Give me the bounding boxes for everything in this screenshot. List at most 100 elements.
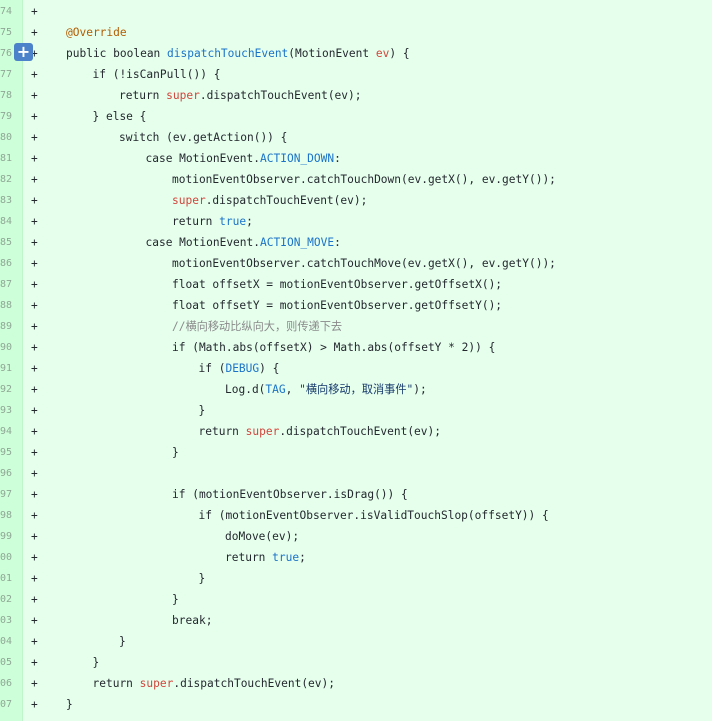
code-text: float offsetY = motionEventObserver.getO… [172,295,502,316]
line-number: 84 [0,216,12,227]
code-token: public boolean [66,47,168,60]
code-token: doMove(ev); [225,530,300,543]
code-token: } [198,572,206,585]
added-line-marker: + [31,551,38,564]
diff-line: 94 + return super.dispatchTouchEvent(ev); [0,421,712,442]
code-text: return true; [172,211,253,232]
code-token: float offsetX = motionEventObserver.getO… [172,278,503,291]
added-line-marker: + [31,341,38,354]
line-number: 04 [0,636,12,647]
code-text: return super.dispatchTouchEvent(ev); [199,421,442,442]
diff-line: 92 + Log.d(TAG, "横向移动，取消事件"); [0,379,712,400]
diff-line: 84 + return true; [0,211,712,232]
added-line-marker: + [31,152,38,165]
code-token: ACTION_DOWN [260,152,335,165]
added-line-marker: + [31,425,38,438]
diff-line: 85 + case MotionEvent.ACTION_MOVE: [0,232,712,253]
line-number: 00 [0,552,12,563]
diff-line: 74 + [0,1,712,22]
diff-line: 90 + if (Math.abs(offsetX) > Math.abs(offs… [0,337,712,358]
add-comment-button[interactable]: + [14,43,33,61]
added-line-marker: + [31,26,38,39]
code-token: ev [375,47,390,60]
diff-line: 99 + doMove(ev); [0,526,712,547]
line-number: 87 [0,279,12,290]
diff-line: 76 + public boolean dispatchTouchEvent(Mot… [0,43,712,64]
added-line-marker: + [31,257,38,270]
added-line-marker: + [31,5,38,18]
added-line-marker: + [31,215,38,228]
code-token: true [219,215,247,228]
code-text: case MotionEvent.ACTION_DOWN: [146,148,341,169]
code-token: : [334,152,341,165]
diff-line: 87 + float offsetX = motionEventObserver.g… [0,274,712,295]
diff-line: 81 + case MotionEvent.ACTION_DOWN: [0,148,712,169]
code-text: float offsetX = motionEventObserver.getO… [172,274,502,295]
added-line-marker: + [31,68,38,81]
line-number: 91 [0,363,12,374]
diff-line: 89 + //横向移动比纵向大，则传递下去 [0,316,712,337]
code-token: Log.d( [225,383,266,396]
code-text: @Override [66,22,127,43]
added-line-marker: + [31,509,38,522]
code-text: motionEventObserver.catchTouchMove(ev.ge… [172,253,556,274]
code-token: } [119,635,126,648]
added-line-marker: + [31,446,38,459]
diff-line: 82 + motionEventObserver.catchTouchDown(ev… [0,169,712,190]
code-token: DEBUG [225,362,260,375]
line-number: 01 [0,573,12,584]
added-line-marker: + [31,488,38,501]
code-text: if (Math.abs(offsetX) > Math.abs(offsetY… [172,337,495,358]
code-text: Log.d(TAG, "横向移动，取消事件"); [225,379,427,400]
added-line-marker: + [31,698,38,711]
line-number: 86 [0,258,12,269]
line-number: 92 [0,384,12,395]
code-token: if ( [198,362,226,375]
added-line-marker: + [31,656,38,669]
line-number: 95 [0,447,12,458]
code-text: } [66,694,73,715]
line-number: 75 [0,27,12,38]
diff-line: 98 + if (motionEventObserver.isValidTouchS… [0,505,712,526]
diff-line: 01 +} [0,568,712,589]
code-token: case MotionEvent. [145,152,261,165]
code-token: return [172,215,220,228]
line-number: 02 [0,594,12,605]
line-number: 83 [0,195,12,206]
code-token: .dispatchTouchEvent(ev); [279,425,441,438]
diff-line: 03 + break; [0,610,712,631]
diff-line: 78 + return super.dispatchTouchEvent(ev); [0,85,712,106]
code-text: if (DEBUG) { [199,358,280,379]
code-text: } [93,652,100,673]
code-token: (MotionEvent [288,47,376,60]
diff-line: 75 + @Override [0,22,712,43]
added-line-marker: + [31,194,38,207]
code-token: break [172,614,206,627]
line-number: 06 [0,678,12,689]
line-number: 89 [0,321,12,332]
diff-line: 77 + if (!isCanPull()) { [0,64,712,85]
added-line-marker: + [31,593,38,606]
code-token: super [172,194,206,207]
line-number: 96 [0,468,12,479]
added-line-marker: + [31,278,38,291]
code-token: super [245,425,280,438]
code-text: public boolean dispatchTouchEvent(Motion… [66,43,410,64]
code-text: motionEventObserver.catchTouchDown(ev.ge… [172,169,556,190]
code-text: case MotionEvent.ACTION_MOVE: [146,232,341,253]
code-token: "横向移动，取消事件" [299,383,414,396]
diff-line: 96 + [0,463,712,484]
code-token: if (motionEventObserver.isValidTouchSlop… [198,509,549,522]
code-token: } [92,656,100,669]
code-text: } [172,589,179,610]
code-token: if (Math.abs(offsetX) > Math.abs(offsetY… [172,341,496,354]
diff-line: 88 + float offsetY = motionEventObserver.g… [0,295,712,316]
code-text: super.dispatchTouchEvent(ev); [172,190,367,211]
code-token: true [272,551,300,564]
diff-line: 05 +} [0,652,712,673]
line-number: 90 [0,342,12,353]
line-number: 93 [0,405,12,416]
code-token: motionEventObserver.catchTouchMove(ev.ge… [172,257,556,270]
added-line-marker: + [31,677,38,690]
line-number: 76 [0,48,12,59]
